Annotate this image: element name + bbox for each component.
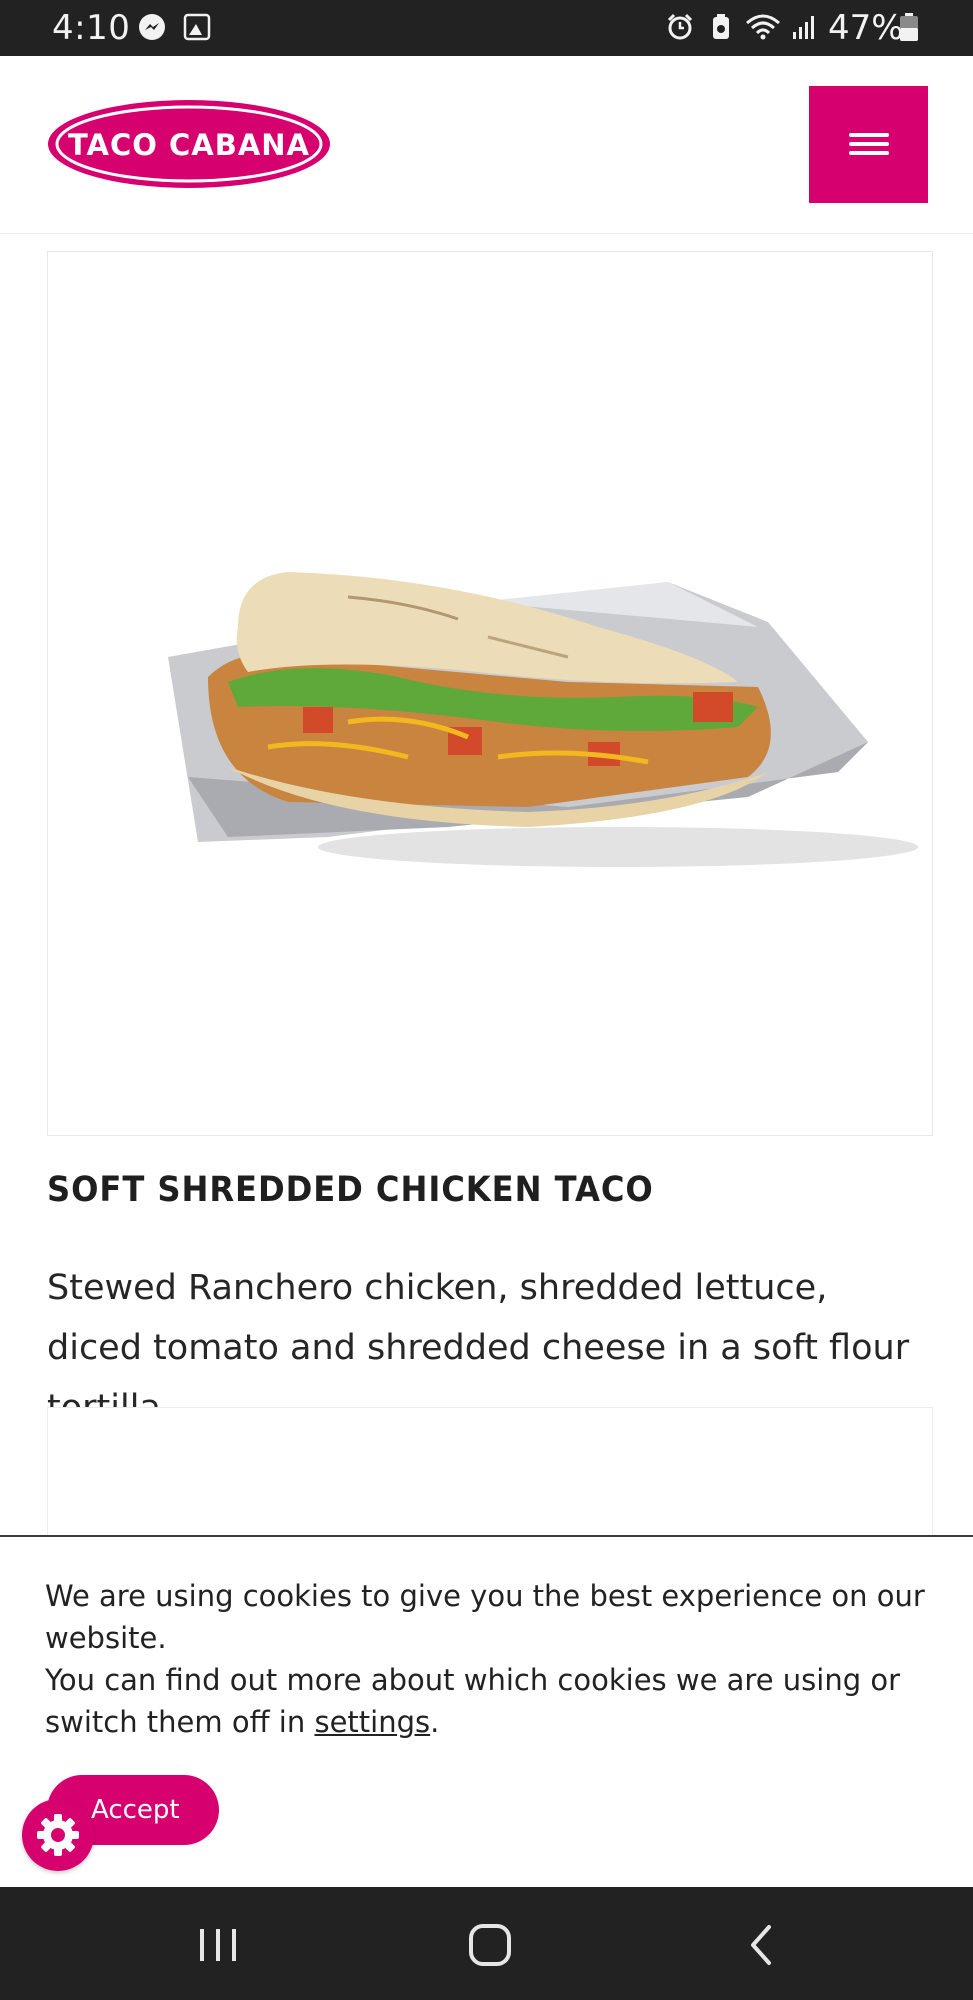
battery-saver-icon xyxy=(713,14,729,39)
cookie-message-line2: You can find out more about which cookie… xyxy=(45,1663,900,1739)
product-image-card xyxy=(47,251,933,1136)
svg-text:TACO CABANA: TACO CABANA xyxy=(68,128,310,162)
status-time: 4:10 xyxy=(52,8,131,48)
battery-icon xyxy=(900,13,918,41)
gear-icon xyxy=(37,1814,79,1856)
cookie-settings-button[interactable] xyxy=(22,1799,94,1871)
product-title: SOFT SHREDDED CHICKEN TACO xyxy=(47,1170,654,1210)
cookie-settings-link[interactable]: settings xyxy=(314,1705,430,1739)
cookie-message-period: . xyxy=(430,1705,440,1739)
home-icon[interactable] xyxy=(460,1917,520,1973)
battery-percentage: 47% xyxy=(828,8,904,48)
site-header: TACO CABANA xyxy=(0,56,973,234)
cookie-banner: We are using cookies to give you the bes… xyxy=(0,1535,973,1887)
status-bar: 4:10 47% xyxy=(0,0,973,56)
menu-button[interactable] xyxy=(809,86,928,203)
taco-cabana-logo[interactable]: TACO CABANA xyxy=(46,98,332,190)
signal-icon xyxy=(793,16,814,39)
messenger-icon xyxy=(139,14,165,40)
product-image xyxy=(168,572,918,867)
system-nav-bar xyxy=(0,1887,973,2000)
recent-apps-icon[interactable] xyxy=(188,1917,248,1973)
back-icon[interactable] xyxy=(733,1917,793,1973)
cookie-message-line1: We are using cookies to give you the bes… xyxy=(45,1579,925,1655)
alarm-icon xyxy=(667,13,693,40)
wifi-icon xyxy=(746,14,780,40)
next-product-card xyxy=(47,1407,933,1537)
cookie-message: We are using cookies to give you the bes… xyxy=(45,1575,925,1743)
gallery-icon xyxy=(183,13,211,41)
